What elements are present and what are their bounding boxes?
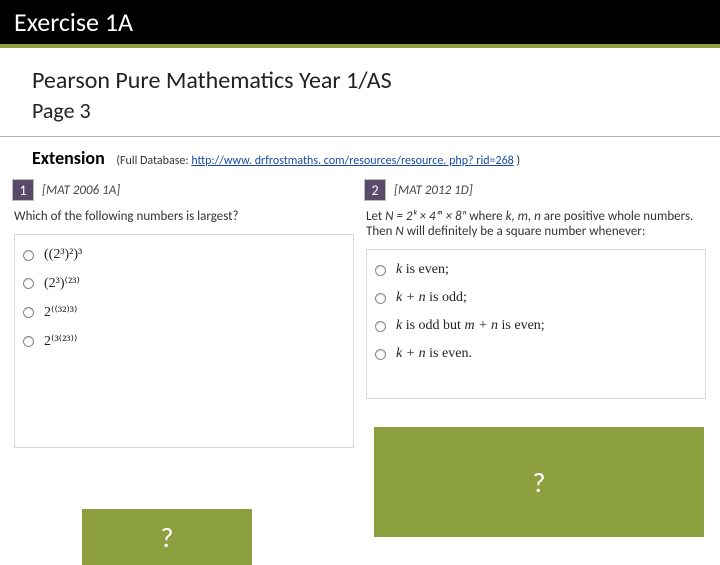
q2-prompt: Let N = 2ᵏ × 4ᵐ × 8ⁿ where k, m, n are p…	[366, 209, 706, 239]
radio-icon	[375, 293, 386, 304]
question-1: 1 [MAT 2006 1A] Which of the following n…	[12, 179, 356, 448]
radio-icon	[23, 307, 34, 318]
q2-option-b[interactable]: k + n is odd;	[371, 284, 701, 312]
radio-icon	[375, 321, 386, 332]
subheading-block: Pearson Pure Mathematics Year 1/AS Page …	[0, 48, 720, 132]
q1-option-a[interactable]: ((2³)²)³	[19, 241, 349, 269]
q2-option-a[interactable]: k is even;	[371, 256, 701, 284]
radio-icon	[375, 349, 386, 360]
q2-opt-a-text: k is even;	[396, 262, 449, 278]
q1-opt-c-expr: 2⁽⁽³²⁾³⁾	[44, 304, 77, 321]
radio-icon	[375, 265, 386, 276]
q1-answer-reveal[interactable]: ?	[82, 509, 252, 565]
radio-icon	[23, 250, 34, 261]
divider	[0, 136, 720, 137]
q1-opt-b-expr: (2³)⁽²³⁾	[44, 275, 80, 292]
database-note: (Full Database: http://www. drfrostmaths…	[116, 154, 520, 168]
extension-row: Extension (Full Database: http://www. dr…	[0, 147, 720, 179]
textbook-title: Pearson Pure Mathematics Year 1/AS	[32, 66, 696, 95]
q2-number-badge: 2	[364, 179, 386, 201]
q1-source: [MAT 2006 1A]	[42, 183, 120, 198]
q2-opt-b-text: k + n is odd;	[396, 290, 467, 306]
q1-opt-a-expr: ((2³)²)³	[44, 247, 82, 263]
questions-row: 1 [MAT 2006 1A] Which of the following n…	[0, 179, 720, 448]
q2-option-c[interactable]: k is odd but m + n is even;	[371, 312, 701, 340]
slide-title: Exercise 1A	[0, 0, 720, 48]
question-2: 2 [MAT 2012 1D] Let N = 2ᵏ × 4ᵐ × 8ⁿ whe…	[364, 179, 708, 448]
radio-icon	[23, 278, 34, 289]
q1-option-b[interactable]: (2³)⁽²³⁾	[19, 269, 349, 298]
extension-label: Extension	[32, 147, 105, 169]
q1-header: 1 [MAT 2006 1A]	[12, 179, 356, 201]
q2-source: [MAT 2012 1D]	[394, 183, 473, 198]
q2-option-d[interactable]: k + n is even.	[371, 340, 701, 368]
q1-options: ((2³)²)³ (2³)⁽²³⁾ 2⁽⁽³²⁾³⁾ 2⁽³⁽²³⁾⁾	[14, 234, 354, 448]
q2-options: k is even; k + n is odd; k is odd but m …	[366, 249, 706, 399]
q1-number-badge: 1	[12, 179, 34, 201]
database-link[interactable]: http://www. drfrostmaths. com/resources/…	[191, 154, 513, 168]
q2-opt-d-text: k + n is even.	[396, 346, 472, 362]
q1-option-c[interactable]: 2⁽⁽³²⁾³⁾	[19, 298, 349, 327]
q1-option-d[interactable]: 2⁽³⁽²³⁾⁾	[19, 327, 349, 356]
q2-header: 2 [MAT 2012 1D]	[364, 179, 708, 201]
q1-opt-d-expr: 2⁽³⁽²³⁾⁾	[44, 333, 77, 350]
q1-prompt: Which of the following numbers is larges…	[14, 209, 354, 224]
q2-opt-c-text: k is odd but m + n is even;	[396, 318, 545, 334]
q2-equation: N = 2ᵏ × 4ᵐ × 8ⁿ	[385, 209, 466, 224]
q2-answer-reveal[interactable]: ?	[374, 427, 704, 537]
radio-icon	[23, 336, 34, 347]
page-reference: Page 3	[32, 97, 696, 124]
